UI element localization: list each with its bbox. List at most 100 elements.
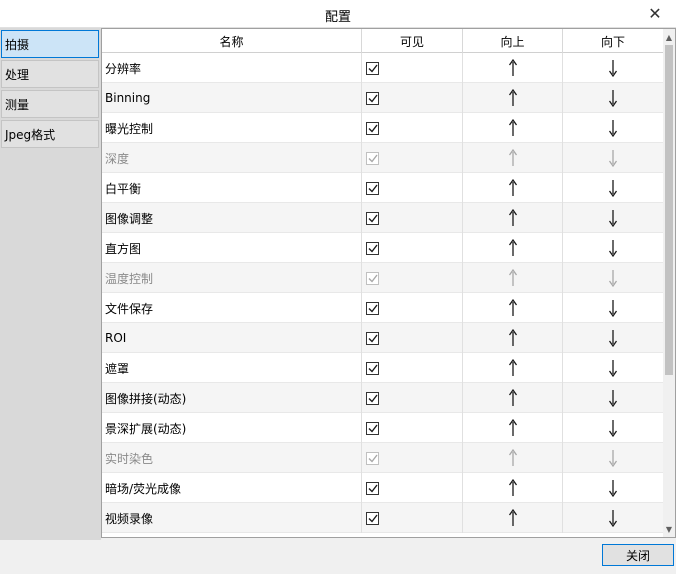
arrow-down-icon <box>608 269 618 287</box>
sidebar-item-3[interactable]: Jpeg格式 <box>1 120 99 148</box>
title-bar: 配置 ✕ <box>0 0 676 28</box>
arrow-up-icon[interactable] <box>508 89 518 107</box>
close-icon[interactable]: ✕ <box>644 3 666 23</box>
row-visible-cell <box>362 203 463 233</box>
close-button[interactable]: 关闭 <box>602 544 674 566</box>
arrow-up-icon[interactable] <box>508 59 518 77</box>
row-down-cell <box>563 353 663 383</box>
row-up-cell <box>463 173 563 203</box>
row-up-cell <box>463 503 563 533</box>
row-name-cell: Binning <box>102 83 362 113</box>
sidebar-item-2[interactable]: 测量 <box>1 90 99 118</box>
table-row: 深度 <box>102 143 663 173</box>
row-name-label: 景深扩展(动态) <box>105 421 187 436</box>
row-visible-cell <box>362 503 463 533</box>
arrow-up-icon[interactable] <box>508 389 518 407</box>
row-name-label: 白平衡 <box>105 181 142 196</box>
row-up-cell <box>463 113 563 143</box>
arrow-down-icon[interactable] <box>608 359 618 377</box>
checkmark-icon <box>368 244 378 253</box>
visible-checkbox[interactable] <box>366 361 379 375</box>
visible-checkbox[interactable] <box>366 241 379 255</box>
visible-checkbox[interactable] <box>366 421 379 435</box>
row-up-cell <box>463 233 563 263</box>
sidebar-item-label: 拍摄 <box>5 37 30 52</box>
arrow-up-icon[interactable] <box>508 419 518 437</box>
row-down-cell <box>563 413 663 443</box>
row-visible-cell <box>362 443 463 473</box>
visible-checkbox[interactable] <box>366 181 379 195</box>
table-row: 直方图 <box>102 233 663 263</box>
row-name-cell: 文件保存 <box>102 293 362 323</box>
arrow-down-icon[interactable] <box>608 59 618 77</box>
checkmark-icon <box>368 484 378 493</box>
row-name-label: 文件保存 <box>105 301 154 316</box>
column-header-up: 向上 <box>463 29 563 53</box>
arrow-down-icon[interactable] <box>608 509 618 527</box>
checkmark-icon <box>368 514 378 523</box>
sidebar-item-1[interactable]: 处理 <box>1 60 99 88</box>
table-row: 视频录像 <box>102 503 663 533</box>
row-down-cell <box>563 83 663 113</box>
arrow-up-icon[interactable] <box>508 179 518 197</box>
row-down-cell <box>563 143 663 173</box>
table-row: 图像拼接(动态) <box>102 383 663 413</box>
arrow-up-icon[interactable] <box>508 299 518 317</box>
row-up-cell <box>463 473 563 503</box>
arrow-up-icon[interactable] <box>508 329 518 347</box>
sidebar: 拍摄处理测量 Jpeg格式 <box>0 28 101 540</box>
row-visible-cell <box>362 473 463 503</box>
visible-checkbox[interactable] <box>366 301 379 315</box>
arrow-up-icon[interactable] <box>508 119 518 137</box>
arrow-down-icon[interactable] <box>608 89 618 107</box>
arrow-down-icon[interactable] <box>608 479 618 497</box>
arrow-up-icon[interactable] <box>508 359 518 377</box>
visible-checkbox[interactable] <box>366 91 379 105</box>
arrow-down-icon[interactable] <box>608 179 618 197</box>
row-up-cell <box>463 263 563 293</box>
table-row: 图像调整 <box>102 203 663 233</box>
arrow-down-icon <box>608 149 618 167</box>
row-name-label: 遮罩 <box>105 361 130 376</box>
arrow-up-icon[interactable] <box>508 209 518 227</box>
arrow-down-icon[interactable] <box>608 119 618 137</box>
arrow-down-icon[interactable] <box>608 389 618 407</box>
checkmark-icon <box>368 304 378 313</box>
visible-checkbox[interactable] <box>366 331 379 345</box>
scrollbar-thumb[interactable] <box>665 45 673 375</box>
arrow-down-icon[interactable] <box>608 329 618 347</box>
visible-checkbox[interactable] <box>366 511 379 525</box>
checkmark-icon <box>368 64 378 73</box>
row-name-label: 曝光控制 <box>105 121 154 136</box>
table-body: 分辨率 Binning 曝光控制 深度 白平衡 图像调整 直方图 温度控制 文件保存 ROI 遮罩图… <box>102 53 663 533</box>
arrow-up-icon[interactable] <box>508 479 518 497</box>
row-name-cell: ROI <box>102 323 362 353</box>
visible-checkbox[interactable] <box>366 481 379 495</box>
visible-checkbox[interactable] <box>366 391 379 405</box>
row-down-cell <box>563 203 663 233</box>
table-row: 白平衡 <box>102 173 663 203</box>
row-down-cell <box>563 323 663 353</box>
arrow-up-icon[interactable] <box>508 239 518 257</box>
arrow-down-icon[interactable] <box>608 209 618 227</box>
scroll-up-icon[interactable]: ▲ <box>663 30 675 44</box>
arrow-down-icon[interactable] <box>608 299 618 317</box>
sidebar-item-label: 测量 <box>5 97 30 112</box>
row-visible-cell <box>362 413 463 443</box>
sidebar-item-0[interactable]: 拍摄 <box>1 30 99 58</box>
arrow-down-icon[interactable] <box>608 419 618 437</box>
checkmark-icon <box>368 124 378 133</box>
arrow-down-icon[interactable] <box>608 239 618 257</box>
row-up-cell <box>463 443 563 473</box>
row-name-cell: 视频录像 <box>102 503 362 533</box>
visible-checkbox[interactable] <box>366 121 379 135</box>
visible-checkbox[interactable] <box>366 61 379 75</box>
visible-checkbox[interactable] <box>366 211 379 225</box>
scroll-down-icon[interactable]: ▼ <box>663 522 675 536</box>
row-visible-cell <box>362 323 463 353</box>
arrow-up-icon[interactable] <box>508 509 518 527</box>
arrow-up-icon <box>508 449 518 467</box>
row-name-cell: 景深扩展(动态) <box>102 413 362 443</box>
vertical-scrollbar[interactable]: ▲ ▼ <box>663 29 675 537</box>
table-header: 名称 可见 向上 向下 <box>102 29 663 53</box>
